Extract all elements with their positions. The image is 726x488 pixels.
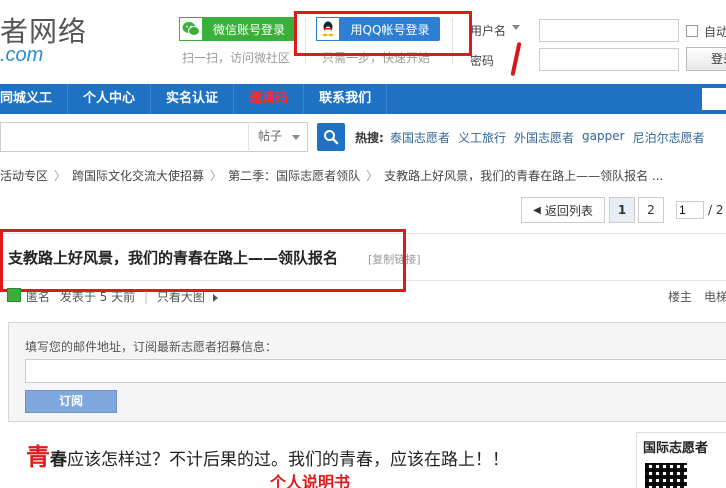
breadcrumb: 活动专区 〉 跨国际文化交流大使招募 〉 第二季：国际志愿者领队 〉 支教路上好… bbox=[0, 167, 663, 184]
wechat-login-button[interactable]: 微信账号登录 bbox=[179, 17, 295, 41]
search-icon bbox=[324, 130, 339, 145]
thread-header: 支教路上好风景，我们的青春在路上——领队报名 [复制链接] bbox=[0, 233, 726, 281]
page-button-2[interactable]: 2 bbox=[638, 197, 664, 223]
hot-link[interactable]: 义工旅行 bbox=[458, 129, 506, 146]
author-info: 匿名 发表于 5 天前 | 只看大图 bbox=[26, 288, 218, 305]
hot-link[interactable]: 外国志愿者 bbox=[514, 129, 574, 146]
nav-item-verify[interactable]: 实名认证 bbox=[151, 84, 235, 114]
breadcrumb-item[interactable]: 第二季：国际志愿者领队 bbox=[228, 167, 360, 184]
qq-login-label: 用QQ帐号登录 bbox=[350, 22, 430, 37]
hot-link[interactable]: gapper bbox=[582, 129, 625, 146]
password-input[interactable] bbox=[539, 48, 679, 71]
breadcrumb-item[interactable]: 活动专区 bbox=[0, 167, 48, 184]
nav-item-contact[interactable]: 联系我们 bbox=[304, 84, 388, 114]
post-time: 发表于 5 天前 bbox=[59, 290, 136, 304]
post-meta: 匿名 发表于 5 天前 | 只看大图 楼主 电梯 bbox=[0, 285, 726, 307]
password-label: 密码 bbox=[470, 54, 495, 68]
qr-card-title: 国际志愿者 bbox=[643, 441, 709, 456]
chevron-down-icon bbox=[292, 135, 300, 140]
post-first-char: 青 bbox=[26, 443, 50, 471]
subscribe-button[interactable]: 订阅 bbox=[25, 390, 117, 413]
search-type-select[interactable]: 帖子 bbox=[248, 122, 308, 152]
username-input[interactable] bbox=[539, 19, 679, 42]
wechat-login-label: 微信账号登录 bbox=[212, 22, 285, 37]
breadcrumb-item[interactable]: 跨国际文化交流大使招募 bbox=[72, 167, 204, 184]
nav-item-profile[interactable]: 个人中心 bbox=[68, 84, 152, 114]
nav-item-volunteer[interactable]: 同城义工 bbox=[0, 84, 69, 114]
chevron-right-icon: 〉 bbox=[210, 169, 223, 183]
hot-search-label: 热搜: bbox=[355, 131, 384, 145]
floor-label: 楼主 bbox=[668, 290, 693, 304]
search-button[interactable] bbox=[317, 123, 345, 151]
hot-link[interactable]: 泰国志愿者 bbox=[390, 129, 450, 146]
post-second-char: 春 bbox=[50, 450, 67, 470]
nav-item-invite[interactable]: 邀请码 bbox=[234, 84, 305, 114]
caret-right-icon bbox=[212, 293, 218, 302]
page-number-input[interactable] bbox=[676, 201, 704, 219]
email-field[interactable] bbox=[25, 359, 726, 383]
qq-login-button[interactable]: 用QQ帐号登录 bbox=[316, 17, 440, 41]
subscribe-label: 填写您的邮件地址，订阅最新志愿者招募信息： bbox=[25, 340, 278, 354]
qr-code-image bbox=[645, 463, 687, 488]
copy-link-button[interactable]: [复制链接] bbox=[368, 251, 421, 267]
divider bbox=[305, 18, 306, 64]
avatar bbox=[7, 288, 21, 302]
chevron-left-icon: ◀ bbox=[533, 204, 541, 216]
main-nav: 同城义工 个人中心 实名认证 邀请码 联系我们 bbox=[0, 84, 726, 114]
hot-link[interactable]: 尼泊尔志愿者 bbox=[633, 129, 705, 146]
divider: | bbox=[143, 290, 148, 304]
author-name[interactable]: 匿名 bbox=[26, 290, 50, 304]
site-header: 者网络 .com 微信账号登录 扫一扫，访问微社区 用QQ帐号登录 只需一步，快… bbox=[0, 0, 726, 84]
username-label: 用户名 bbox=[470, 24, 507, 38]
post-intro: 青春应该怎样过？不计后果的过。我们的青春，应该在路上！！ bbox=[26, 437, 509, 472]
only-author-link[interactable]: 只看大图 bbox=[157, 290, 205, 304]
page-total: / 2 bbox=[708, 203, 724, 217]
hot-search-links: 泰国志愿者 义工旅行 外国志愿者 gapper 尼泊尔志愿者 bbox=[390, 129, 705, 146]
chevron-right-icon: 〉 bbox=[366, 169, 379, 183]
auto-login-checkbox[interactable] bbox=[686, 25, 698, 37]
chevron-right-icon: 〉 bbox=[54, 169, 67, 183]
search-row: 帖子 热搜: 泰国志愿者 义工旅行 外国志愿者 gapper 尼泊尔志愿者 bbox=[0, 120, 726, 154]
breadcrumb-item[interactable]: 支教路上好风景，我们的青春在路上——领队报名 ... bbox=[384, 167, 663, 184]
login-button[interactable]: 登录 bbox=[686, 47, 726, 71]
wechat-icon bbox=[179, 17, 203, 41]
divider bbox=[452, 18, 453, 64]
qq-penguin-icon bbox=[316, 17, 340, 41]
qq-hint: 只需一步，快速开始 bbox=[322, 51, 431, 65]
post-subtitle: 个人说明书 bbox=[270, 473, 351, 488]
thread-title: 支教路上好风景，我们的青春在路上——领队报名 bbox=[8, 249, 339, 267]
auto-login-label: 自动 bbox=[704, 25, 726, 39]
chevron-down-icon[interactable] bbox=[512, 25, 520, 30]
elevator-link[interactable]: 电梯 bbox=[704, 288, 726, 305]
wechat-hint: 扫一扫，访问微社区 bbox=[182, 51, 291, 65]
search-type-label: 帖子 bbox=[258, 129, 283, 143]
subscribe-box: 填写您的邮件地址，订阅最新志愿者招募信息： 订阅 bbox=[8, 322, 726, 422]
back-to-list-label: 返回列表 bbox=[544, 203, 593, 218]
site-logo-domain[interactable]: .com bbox=[0, 44, 43, 67]
post-intro-text: 应该怎样过？不计后果的过。我们的青春，应该在路上！！ bbox=[67, 450, 509, 470]
qr-card: 国际志愿者 bbox=[636, 432, 726, 488]
back-to-list-button[interactable]: ◀ 返回列表 bbox=[521, 197, 605, 223]
page-button-1[interactable]: 1 bbox=[609, 197, 635, 223]
nav-search-input[interactable] bbox=[702, 88, 726, 110]
